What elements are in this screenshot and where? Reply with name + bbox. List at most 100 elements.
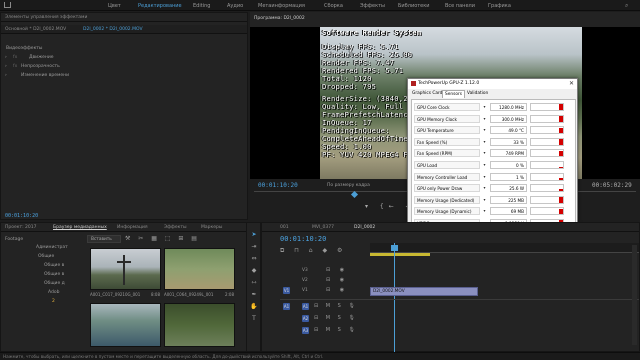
playhead-marker[interactable] [391, 245, 398, 251]
browser-tool-icons[interactable]: ⚒ ✂ ▦ ⬚ ⊞ ▤ [125, 235, 200, 242]
clip-thumbnail[interactable] [164, 248, 235, 290]
effect-motion[interactable]: Движение [29, 55, 54, 60]
track-toggle-icons[interactable]: ⊟ ◉ [326, 267, 348, 273]
sensor-menu-icon[interactable]: ▾ [481, 184, 488, 192]
insert-button[interactable]: Вставить [87, 235, 121, 243]
track-mute-icons[interactable]: ⊟ M S 🎙 [314, 327, 358, 333]
sensor-menu-icon[interactable]: ▾ [481, 207, 488, 215]
effect-time-remap[interactable]: Изменение времени [21, 73, 69, 78]
tab-markers[interactable]: Маркеры [201, 225, 222, 230]
playhead-marker[interactable] [350, 190, 359, 199]
selection-tool-icon[interactable]: ➤ [250, 231, 258, 239]
tree-item[interactable]: Общие д [44, 281, 65, 286]
effects-seq-label[interactable]: D2l_0002 * D2l_0002.MOV [83, 27, 143, 32]
expand-motion-icon[interactable]: › [5, 55, 7, 60]
fx-badge-motion[interactable]: fx [13, 55, 17, 60]
razor-icon[interactable]: ◆ [250, 267, 258, 275]
sensor-menu-icon[interactable]: ▾ [481, 149, 488, 157]
ws-metadata[interactable]: Метаинформация [258, 3, 305, 9]
tab-media-browser[interactable]: Браузер медиаданных [53, 225, 107, 230]
effects-source-label[interactable]: Основной * D2l_0002.MOV [5, 27, 66, 32]
ws-effects[interactable]: Эффекты [360, 3, 385, 9]
sensor-menu-icon[interactable]: ▾ [481, 173, 488, 181]
track-header-a2[interactable]: A2 ⊟ M S 🎙 [280, 315, 370, 323]
tab-validation[interactable]: Validation [465, 90, 490, 98]
sensor-graph-bar [559, 150, 563, 157]
tab-graphics-card[interactable]: Graphics Card [410, 90, 444, 98]
source-patch[interactable]: V1 [283, 287, 290, 294]
tab-effect-controls[interactable]: Элементы управления эффектами [5, 15, 87, 20]
slip-tool-icon[interactable]: ⇿ [250, 279, 258, 287]
hand-icon[interactable]: ✋ [250, 303, 258, 311]
fit-dropdown[interactable]: По размеру кадра [327, 183, 370, 188]
sensor-menu-icon[interactable]: ▾ [481, 138, 488, 146]
expand-time-remap-icon[interactable]: › [5, 73, 7, 78]
effects-subheader: Основной * D2l_0002.MOV D2l_0002 * D2l_0… [1, 25, 247, 34]
sensor-menu-icon[interactable]: ▾ [481, 161, 488, 169]
time-ruler[interactable] [370, 243, 639, 253]
source-patch[interactable]: A1 [283, 303, 290, 310]
clip-thumbnail[interactable] [164, 303, 235, 347]
tree-item[interactable]: Общие [38, 254, 54, 259]
track-toggle-icons[interactable]: ⊟ ◉ [326, 287, 348, 293]
work-area-bar[interactable] [370, 253, 430, 256]
program-header: Программа: D2l_0002 [250, 12, 640, 27]
track-header-v3[interactable]: V3 ⊟ ◉ [280, 267, 370, 275]
track-select-icon[interactable]: ⇥ [250, 243, 258, 251]
tab-seq-d2l[interactable]: D2l_0002 [354, 225, 375, 230]
ws-assembly[interactable]: Сборка [324, 3, 343, 9]
playhead-line[interactable] [394, 243, 395, 353]
tab-sensors[interactable]: Sensors [442, 90, 465, 98]
fx-badge-opacity[interactable]: fx [13, 64, 17, 69]
pen-icon[interactable]: ✒ [250, 291, 258, 299]
tree-item[interactable]: Администрат [36, 245, 68, 250]
tab-project[interactable]: Проект: 2017 [5, 225, 37, 230]
sensor-name: GPU Load [414, 161, 480, 169]
ws-editing[interactable]: Editing [193, 3, 210, 9]
tree-item[interactable]: Adob [48, 290, 59, 295]
tree-item[interactable]: 2 [52, 299, 55, 304]
tab-seq-mvi[interactable]: MVI_0377 [312, 225, 334, 230]
ws-all-panels[interactable]: Все панели [445, 3, 475, 9]
sensor-graph-bar [559, 139, 563, 145]
sensor-menu-icon[interactable]: ▾ [481, 126, 488, 134]
track-mute-icons[interactable]: ⊟ M S 🎙 [314, 315, 358, 321]
sensor-menu-icon[interactable]: ▾ [481, 115, 488, 123]
track-mute-icons[interactable]: ⊟ M S 🎙 [314, 303, 358, 309]
program-timecode[interactable]: 00:01:10:20 [258, 182, 298, 189]
video-clip[interactable]: D2l_0002.MOV [370, 287, 478, 296]
tree-item[interactable]: Общие в [44, 272, 64, 277]
tree-item[interactable]: Общие в [44, 263, 64, 268]
track-header-v1[interactable]: V1 V1 ⊟ ◉ [280, 287, 370, 295]
tab-effects[interactable]: Эффекты [164, 225, 187, 230]
tab-seq-001[interactable]: 001 [280, 225, 289, 230]
track-header-a1[interactable]: A1 A1 ⊟ M S 🎙 [280, 303, 370, 311]
track-toggle-icons[interactable]: ⊟ ◉ [326, 277, 348, 283]
search-icon[interactable]: ⌕ [625, 2, 628, 10]
track-header-v2[interactable]: V2 ⊟ ◉ [280, 277, 370, 285]
home-icon[interactable] [4, 2, 11, 8]
ws-libraries[interactable]: Библиотеки [398, 3, 430, 9]
ws-color[interactable]: Цвет [108, 3, 121, 9]
timeline-timecode[interactable]: 00:01:10:20 [280, 235, 326, 243]
clip-thumbnail[interactable] [90, 248, 161, 290]
close-icon[interactable]: ✕ [569, 80, 574, 87]
clip-thumbnail[interactable] [90, 303, 161, 347]
ripple-edit-icon[interactable]: ⇔ [250, 255, 258, 263]
expand-opacity-icon[interactable]: › [5, 64, 7, 69]
ws-graphics[interactable]: Графика [488, 3, 511, 9]
effect-opacity[interactable]: Непрозрачность [21, 64, 60, 69]
track-label: V1 [302, 288, 308, 293]
program-tab[interactable]: Программа: D2l_0002 [254, 16, 305, 21]
sensor-value: 25.6 W [490, 184, 527, 193]
track-header-a3[interactable]: A3 ⊟ M S 🎙 [280, 327, 370, 335]
type-icon[interactable]: T [250, 315, 258, 323]
timeline-scrollbar[interactable] [632, 245, 637, 345]
sensor-menu-icon[interactable]: ▾ [481, 103, 488, 111]
ws-audio[interactable]: Аудио [227, 3, 243, 9]
tab-info[interactable]: Информация [117, 225, 148, 230]
timeline-tool-icons[interactable]: ⧉ ⊓ ⌂ ◆ ⚙ [280, 247, 346, 255]
sensor-graph [530, 207, 564, 216]
sensor-menu-icon[interactable]: ▾ [481, 196, 488, 204]
ws-editing-ru[interactable]: Редактирование [138, 3, 182, 9]
